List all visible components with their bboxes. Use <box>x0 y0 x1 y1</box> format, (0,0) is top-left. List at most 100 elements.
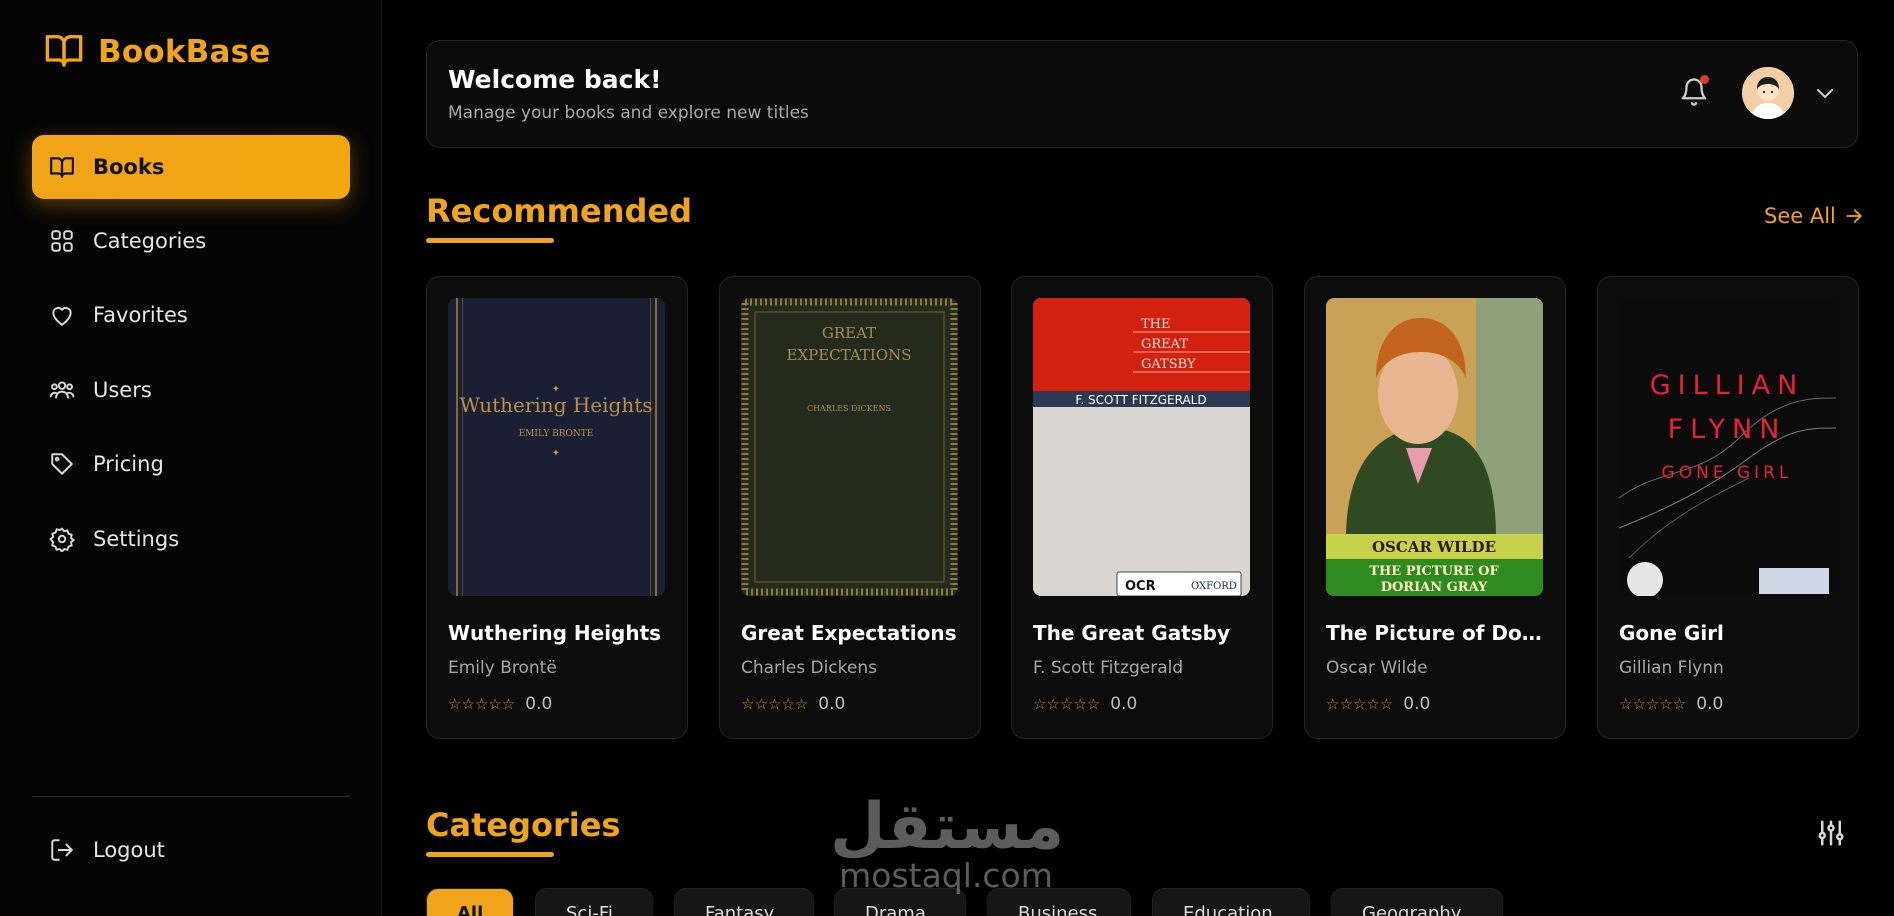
logo[interactable]: BookBase <box>44 30 270 74</box>
book-cover[interactable]: OSCAR WILDE THE PICTURE OF DORIAN GRAY <box>1326 298 1543 596</box>
sidebar-item-label: Users <box>93 378 152 402</box>
welcome-header: Welcome back! Manage your books and expl… <box>426 40 1858 148</box>
sidebar: BookBase Books Categories Favorites User… <box>0 0 382 916</box>
star-rating-icon: ☆☆☆☆☆ <box>1619 695 1687 713</box>
cover-publisher-2: OXFORD <box>1191 581 1237 592</box>
book-author: Oscar Wilde <box>1326 658 1428 678</box>
category-pill[interactable]: Education <box>1152 888 1310 916</box>
category-pill-all[interactable]: All <box>426 888 514 916</box>
star-rating-icon: ☆☆☆☆☆ <box>1033 695 1101 713</box>
tag-icon <box>48 450 76 478</box>
book-rating: ☆☆☆☆☆ 0.0 <box>741 694 845 714</box>
sidebar-item-label: Books <box>93 155 165 179</box>
category-pill-label: Geography <box>1362 903 1462 916</box>
cover-author: CHARLES DICKENS <box>807 404 891 413</box>
sidebar-item-users[interactable]: Users <box>32 358 350 422</box>
book-rating: ☆☆☆☆☆ 0.0 <box>1033 694 1137 714</box>
category-pill[interactable]: Fantasy <box>674 888 814 916</box>
arrow-right-icon <box>1846 209 1862 223</box>
notification-dot <box>1700 75 1709 84</box>
filter-button[interactable] <box>1816 818 1846 848</box>
category-pill-label: Drama <box>865 903 926 916</box>
categories-underline <box>426 852 554 857</box>
recommended-underline <box>426 238 554 243</box>
category-pill-label: Sci-Fi <box>566 903 613 916</box>
sliders-icon <box>1818 820 1844 846</box>
notification-button[interactable] <box>1679 75 1711 111</box>
book-author: Gillian Flynn <box>1619 658 1724 678</box>
book-card[interactable]: OSCAR WILDE THE PICTURE OF DORIAN GRAY T… <box>1304 276 1566 739</box>
sidebar-item-label: Pricing <box>93 452 164 476</box>
avatar[interactable] <box>1742 67 1794 119</box>
sidebar-item-pricing[interactable]: Pricing <box>32 432 350 496</box>
cover-title-3: GATSBY <box>1141 357 1196 372</box>
cover-title: Wuthering Heights <box>459 393 652 417</box>
rating-value: 0.0 <box>525 694 553 714</box>
book-cover[interactable]: GREAT EXPECTATIONS CHARLES DICKENS <box>741 298 958 596</box>
book-open-icon <box>44 30 84 74</box>
book-rating: ☆☆☆☆☆ 0.0 <box>1619 694 1723 714</box>
heart-icon <box>48 301 76 329</box>
category-pill-label: All <box>457 903 484 916</box>
sidebar-item-books[interactable]: Books <box>32 135 350 199</box>
chevron-down-icon <box>1817 89 1833 99</box>
watermark-latin: mostaql.com <box>839 856 1053 895</box>
book-rating: ☆☆☆☆☆ 0.0 <box>1326 694 1430 714</box>
sidebar-divider <box>32 796 350 797</box>
cover-publisher: OCR <box>1125 579 1156 594</box>
cover-title-2: EXPECTATIONS <box>787 346 912 364</box>
category-pill-label: Education <box>1183 903 1273 916</box>
sidebar-item-favorites[interactable]: Favorites <box>32 283 350 347</box>
rating-value: 0.0 <box>1403 694 1431 714</box>
book-title[interactable]: The Great Gatsby <box>1033 621 1255 645</box>
book-title[interactable]: Great Expectations <box>741 621 963 645</box>
logout-button[interactable]: Logout <box>32 818 350 882</box>
see-all-link[interactable]: See All <box>1764 204 1864 228</box>
gear-icon <box>48 525 76 553</box>
grid-icon <box>48 227 76 255</box>
book-card[interactable]: GILLIAN FLYNN GONE GIRL Gone Girl Gillia… <box>1597 276 1859 739</box>
book-cover[interactable]: ✦ Wuthering Heights EMILY BRONTE ✦ <box>448 298 665 596</box>
star-rating-icon: ☆☆☆☆☆ <box>448 695 516 713</box>
category-pill[interactable]: Sci-Fi <box>535 888 653 916</box>
book-title[interactable]: Gone Girl <box>1619 621 1841 645</box>
svg-text:✦: ✦ <box>552 448 560 459</box>
cover-title: THE <box>1141 317 1171 332</box>
category-pill-label: Fantasy <box>705 903 775 916</box>
cover-author: OSCAR WILDE <box>1372 538 1496 556</box>
sidebar-item-label: Favorites <box>93 303 188 327</box>
watermark-arabic: مستقل <box>830 790 1065 864</box>
cover-title-2: DORIAN GRAY <box>1381 580 1488 595</box>
sidebar-item-settings[interactable]: Settings <box>32 507 350 571</box>
welcome-title: Welcome back! <box>448 65 662 94</box>
profile-menu-button[interactable] <box>1813 81 1837 105</box>
sidebar-item-categories[interactable]: Categories <box>32 209 350 273</box>
category-pill[interactable]: Geography <box>1331 888 1503 916</box>
cover-author-2: FLYNN <box>1668 414 1787 445</box>
cover-author: F. SCOTT FITZGERALD <box>1075 393 1206 407</box>
logout-label: Logout <box>93 838 165 862</box>
book-cover[interactable]: THE GREAT GATSBY F. SCOTT FITZGERALD OCR… <box>1033 298 1250 596</box>
recommended-title: Recommended <box>426 192 692 230</box>
cover-title: THE PICTURE OF <box>1369 564 1499 579</box>
categories-title: Categories <box>426 806 621 844</box>
book-title[interactable]: The Picture of Doria... <box>1326 621 1548 645</box>
book-card[interactable]: GREAT EXPECTATIONS CHARLES DICKENS Great… <box>719 276 981 739</box>
rating-value: 0.0 <box>1696 694 1724 714</box>
book-cover[interactable]: GILLIAN FLYNN GONE GIRL <box>1619 298 1836 596</box>
app-name: BookBase <box>98 34 271 70</box>
book-title[interactable]: Wuthering Heights <box>448 621 670 645</box>
book-card[interactable]: ✦ Wuthering Heights EMILY BRONTE ✦ Wuthe… <box>426 276 688 739</box>
cover-title: GREAT <box>822 324 876 342</box>
book-author: F. Scott Fitzgerald <box>1033 658 1184 678</box>
book-open-icon <box>48 153 76 181</box>
cover-author: GILLIAN <box>1650 370 1805 401</box>
users-icon <box>48 376 76 404</box>
sidebar-item-label: Settings <box>93 527 180 551</box>
star-rating-icon: ☆☆☆☆☆ <box>1326 695 1394 713</box>
cover-title-2: GREAT <box>1141 337 1188 352</box>
see-all-label: See All <box>1764 204 1836 228</box>
rating-value: 0.0 <box>818 694 846 714</box>
star-rating-icon: ☆☆☆☆☆ <box>741 695 809 713</box>
book-card[interactable]: THE GREAT GATSBY F. SCOTT FITZGERALD OCR… <box>1011 276 1273 739</box>
